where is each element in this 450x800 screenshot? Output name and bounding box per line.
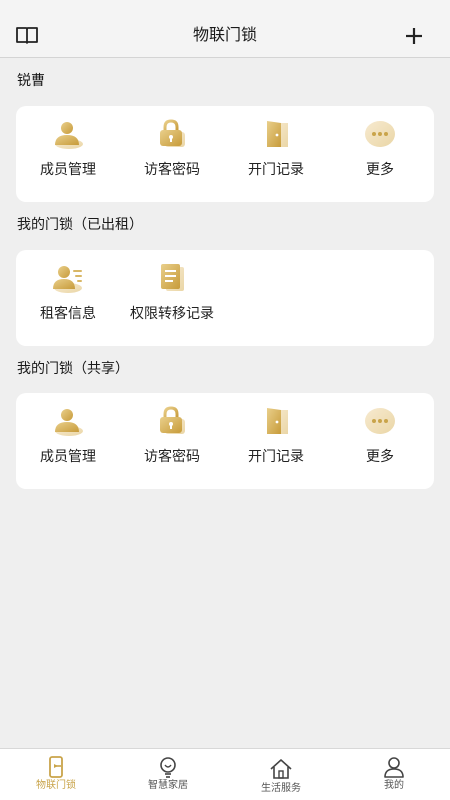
user-icon (384, 757, 404, 778)
phone-lock-icon (49, 756, 63, 778)
section-title: 我的门锁（共享） (17, 361, 129, 377)
item-label: 更多 (366, 162, 394, 178)
section-title: 我的门锁（已出租） (17, 217, 143, 233)
item-label: 更多 (366, 449, 394, 465)
more-button[interactable]: 更多 (328, 393, 432, 489)
tab-smart-home[interactable]: 智慧家居 (112, 749, 224, 800)
tab-label: 我的 (384, 780, 404, 791)
add-icon[interactable] (404, 26, 424, 46)
more-button[interactable]: 更多 (328, 106, 432, 202)
item-label: 租客信息 (40, 306, 96, 322)
tab-life-services[interactable]: 生活服务 (225, 749, 337, 800)
more-icon (365, 121, 395, 147)
member-management-button[interactable]: 成员管理 (16, 106, 120, 202)
tab-label: 生活服务 (261, 783, 301, 794)
lock-icon (160, 119, 185, 147)
item-label: 权限转移记录 (130, 306, 214, 322)
item-label: 成员管理 (40, 162, 96, 178)
tenant-info-button[interactable]: 租客信息 (16, 250, 120, 346)
item-label: 成员管理 (40, 449, 96, 465)
lock-icon (160, 406, 185, 434)
tab-mine[interactable]: 我的 (338, 749, 450, 800)
lock-actions-card: 成员管理 访客密码 开门记录 更多 (16, 106, 434, 202)
document-icon (161, 264, 184, 291)
unlock-records-button[interactable]: 开门记录 (224, 106, 328, 202)
house-icon (270, 759, 292, 779)
permission-transfer-button[interactable]: 权限转移记录 (120, 250, 224, 346)
page-title: 物联门锁 (192, 25, 257, 44)
item-label: 访客密码 (144, 449, 200, 465)
rented-lock-card: 租客信息 权限转移记录 (16, 250, 434, 346)
section-title: 锐曹 (17, 73, 45, 89)
item-label: 开门记录 (248, 449, 304, 465)
more-icon (365, 408, 395, 434)
tab-label: 物联门锁 (36, 780, 76, 791)
member-icon (55, 409, 83, 436)
visitor-password-button[interactable]: 访客密码 (120, 106, 224, 202)
tab-label: 智慧家居 (148, 780, 188, 791)
member-management-button[interactable]: 成员管理 (16, 393, 120, 489)
item-label: 开门记录 (248, 162, 304, 178)
shared-lock-card: 成员管理 访客密码 开门记录 更多 (16, 393, 434, 489)
visitor-password-button[interactable]: 访客密码 (120, 393, 224, 489)
unlock-records-button[interactable]: 开门记录 (224, 393, 328, 489)
member-icon (55, 122, 83, 149)
tab-smart-lock[interactable]: 物联门锁 (0, 749, 112, 800)
tenant-info-icon (53, 266, 82, 293)
door-icon (267, 121, 288, 147)
top-bar: 物联门锁 (0, 0, 450, 58)
item-label: 访客密码 (144, 162, 200, 178)
door-icon (267, 408, 288, 434)
bottom-tab-bar: 物联门锁 智慧家居 生活服务 我的 (0, 748, 450, 800)
bulb-icon (160, 757, 176, 778)
